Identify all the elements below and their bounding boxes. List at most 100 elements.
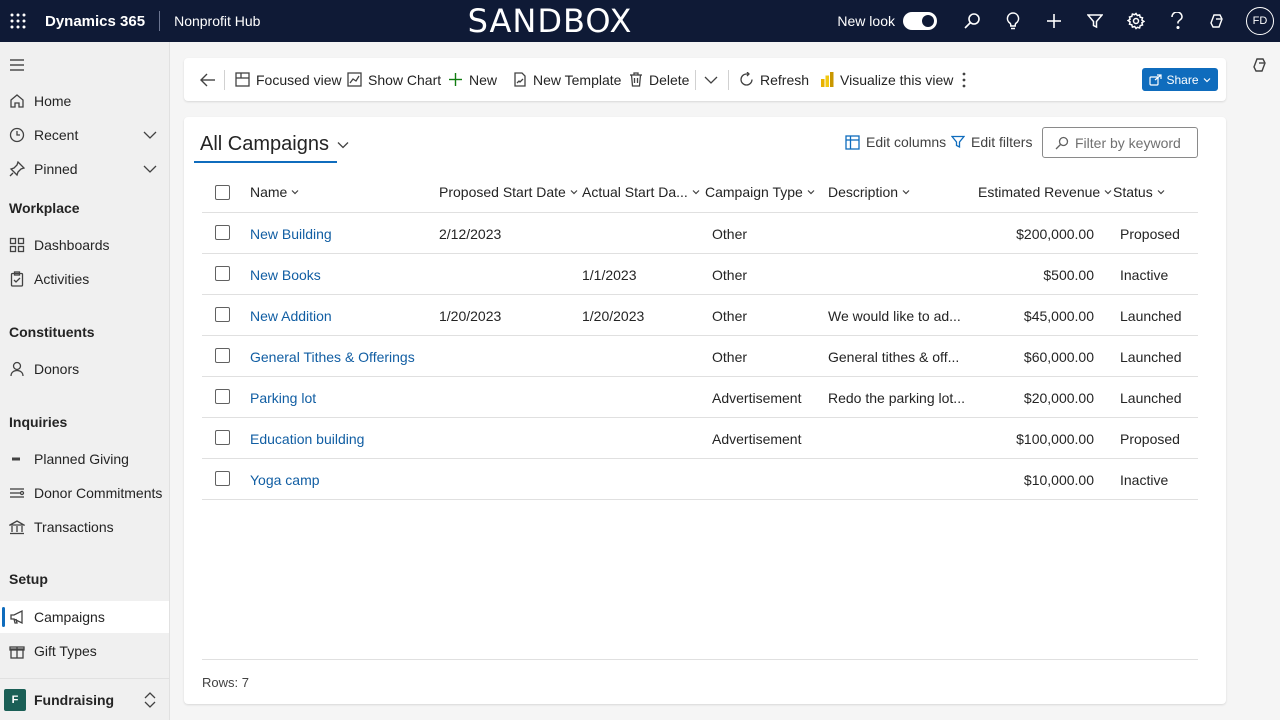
sidebar-item-planned-giving[interactable]: Planned Giving	[0, 443, 169, 475]
chevron-down-icon	[902, 190, 910, 195]
chevron-down-icon[interactable]	[143, 162, 157, 176]
table-row[interactable]: General Tithes & Offerings Other General…	[202, 336, 1198, 377]
chart-icon	[347, 72, 362, 87]
copilot-side-icon[interactable]	[1252, 56, 1272, 76]
person-icon	[0, 361, 34, 377]
focused-view-button[interactable]: Focused view	[235, 58, 342, 101]
sidebar-item-donors[interactable]: Donors	[0, 353, 169, 385]
back-button[interactable]	[200, 58, 222, 101]
status: Inactive	[1120, 267, 1169, 283]
column-header-estimated-revenue[interactable]: Estimated Revenue	[978, 184, 1112, 200]
divider	[695, 70, 696, 90]
column-header-name[interactable]: Name	[250, 184, 299, 200]
row-checkbox[interactable]	[215, 348, 230, 363]
delete-button[interactable]: Delete	[629, 58, 689, 101]
new-look-toggle[interactable]	[903, 12, 937, 30]
row-checkbox[interactable]	[215, 471, 230, 486]
hamburger-menu-icon[interactable]	[4, 52, 30, 78]
actual-start-date: 1/1/2023	[582, 267, 637, 283]
megaphone-icon	[0, 609, 34, 625]
chevron-down-icon	[570, 190, 578, 195]
sidebar-item-gift-types[interactable]: Gift Types	[0, 635, 169, 667]
lightbulb-icon[interactable]	[992, 0, 1033, 42]
new-template-button[interactable]: New Template	[513, 58, 621, 101]
row-checkbox[interactable]	[215, 225, 230, 240]
powerbi-icon	[821, 72, 834, 87]
chevron-down-icon	[807, 190, 815, 195]
sidebar-item-dashboards[interactable]: Dashboards	[0, 229, 169, 261]
share-button[interactable]: Share	[1142, 68, 1218, 91]
row-checkbox[interactable]	[215, 389, 230, 404]
avatar[interactable]: FD	[1246, 7, 1274, 35]
column-header-label: Name	[250, 184, 288, 200]
actual-start-date: 1/20/2023	[582, 308, 645, 324]
new-button[interactable]: New	[448, 58, 497, 101]
more-commands-dropdown[interactable]	[704, 58, 724, 101]
filter-by-keyword-input[interactable]: Filter by keyword	[1042, 127, 1198, 158]
visualize-button[interactable]: Visualize this view	[821, 58, 953, 101]
estimated-revenue: $60,000.00	[1023, 349, 1094, 365]
chevron-down-icon	[1203, 77, 1210, 82]
column-header-status[interactable]: Status	[1113, 184, 1165, 200]
sidebar-item-recent[interactable]: Recent	[0, 119, 169, 151]
row-checkbox[interactable]	[215, 307, 230, 322]
row-checkbox[interactable]	[215, 430, 230, 445]
column-header-label: Actual Start Da...	[582, 184, 688, 200]
column-header-actual-start-date[interactable]: Actual Start Da...	[582, 184, 700, 200]
section-heading-constituents: Constituents	[9, 324, 95, 340]
campaign-name-link[interactable]: Parking lot	[250, 390, 316, 406]
sidebar-item-label: Dashboards	[34, 237, 110, 253]
campaign-name-link[interactable]: Education building	[250, 431, 364, 447]
table-row[interactable]: Yoga camp $10,000.00 Inactive	[202, 459, 1198, 500]
edit-filters-button[interactable]: Edit filters	[951, 134, 1032, 150]
estimated-revenue: $200,000.00	[1016, 226, 1094, 242]
sidebar-item-label: Gift Types	[34, 643, 97, 659]
proposed-start-date: 1/20/2023	[439, 308, 502, 324]
campaign-name-link[interactable]: Yoga camp	[250, 472, 320, 488]
top-bar: Dynamics 365 Nonprofit Hub SANDBOX New l…	[0, 0, 1280, 42]
column-header-description[interactable]: Description	[828, 184, 910, 200]
table-row[interactable]: Parking lot Advertisement Redo the parki…	[202, 377, 1198, 418]
select-all-checkbox[interactable]	[215, 185, 230, 200]
sidebar-item-donor-commitments[interactable]: Donor Commitments	[0, 477, 169, 509]
sidebar-item-home[interactable]: Home	[0, 85, 169, 117]
table-row[interactable]: Education building Advertisement $100,00…	[202, 418, 1198, 459]
help-icon[interactable]	[1156, 0, 1197, 42]
area-switcher[interactable]: F Fundraising	[0, 678, 169, 720]
status: Launched	[1120, 390, 1182, 406]
share-label: Share	[1166, 72, 1199, 87]
row-checkbox[interactable]	[215, 266, 230, 281]
copilot-icon[interactable]	[1197, 0, 1238, 42]
filter-icon[interactable]	[1074, 0, 1115, 42]
status: Proposed	[1120, 431, 1180, 447]
refresh-icon	[740, 72, 753, 86]
divider	[224, 70, 225, 90]
sidebar-item-transactions[interactable]: Transactions	[0, 511, 169, 543]
campaign-name-link[interactable]: New Books	[250, 267, 321, 283]
sidebar-item-activities[interactable]: Activities	[0, 263, 169, 295]
sidebar-item-pinned[interactable]: Pinned	[0, 153, 169, 185]
sidebar-item-label: Pinned	[34, 161, 78, 177]
more-options-button[interactable]	[962, 58, 972, 101]
column-header-campaign-type[interactable]: Campaign Type	[705, 184, 815, 200]
estimated-revenue: $500.00	[1043, 267, 1094, 283]
view-selector[interactable]: All Campaigns	[200, 133, 349, 156]
chevron-down-icon[interactable]	[143, 128, 157, 142]
table-row[interactable]: New Addition 1/20/2023 1/20/2023 Other W…	[202, 295, 1198, 336]
campaign-name-link[interactable]: General Tithes & Offerings	[250, 349, 415, 365]
campaign-name-link[interactable]: New Addition	[250, 308, 332, 324]
edit-columns-button[interactable]: Edit columns	[845, 134, 946, 150]
clock-icon	[0, 127, 34, 143]
refresh-button[interactable]: Refresh	[739, 58, 809, 101]
plus-icon[interactable]	[1033, 0, 1074, 42]
show-chart-button[interactable]: Show Chart	[347, 58, 441, 101]
column-header-proposed-start-date[interactable]: Proposed Start Date	[439, 184, 578, 200]
sidebar-item-campaigns[interactable]: Campaigns	[0, 601, 169, 633]
campaign-name-link[interactable]: New Building	[250, 226, 332, 242]
sidebar-item-label: Recent	[34, 127, 79, 143]
search-icon[interactable]	[951, 0, 992, 42]
gear-icon[interactable]	[1115, 0, 1156, 42]
chevron-down-icon	[337, 141, 349, 148]
table-row[interactable]: New Books 1/1/2023 Other $500.00 Inactiv…	[202, 254, 1198, 295]
table-row[interactable]: New Building 2/12/2023 Other $200,000.00…	[202, 213, 1198, 254]
